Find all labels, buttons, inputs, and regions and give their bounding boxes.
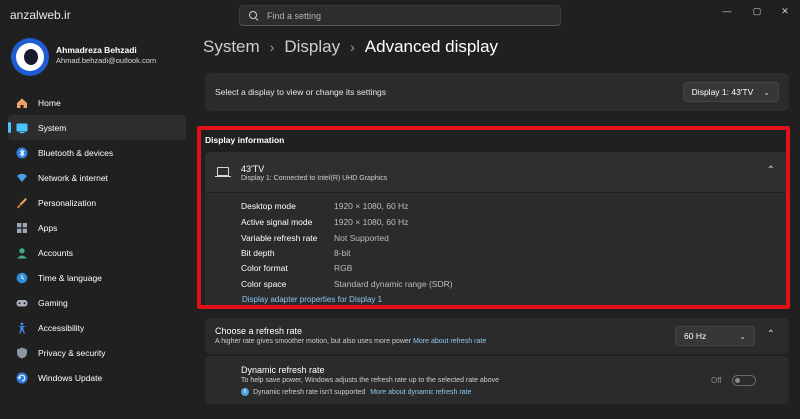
dynamic-refresh-link[interactable]: More about dynamic refresh rate [370,389,471,396]
user-name: Ahmadreza Behzadi [56,45,137,55]
sidebar-item-label: Accessibility [38,322,85,333]
sidebar-item-bluetooth[interactable]: Bluetooth & devices [8,140,186,165]
sidebar-item-label: Privacy & security [38,347,106,358]
dynamic-refresh-notice: i Dynamic refresh rate isn't supported M… [241,388,471,396]
dynamic-refresh-card: Dynamic refresh rate To help save power,… [205,356,789,404]
sidebar-item-label: System [38,122,67,133]
avatar[interactable] [11,38,49,76]
user-email: Ahmad.behzadi@outlook.com [56,56,157,65]
sidebar-item-home[interactable]: Home [8,90,186,115]
breadcrumb-separator: › [350,39,355,55]
dynamic-refresh-toggle[interactable] [732,375,756,386]
sidebar-item-windows-update[interactable]: Windows Update [8,365,186,390]
dynamic-refresh-title: Dynamic refresh rate [241,365,325,375]
accessibility-icon [16,322,28,334]
sidebar-item-network[interactable]: Network & internet [8,165,186,190]
refresh-rate-card: Choose a refresh rate A higher rate give… [205,318,789,354]
home-icon [16,97,28,109]
display-selector-label: Select a display to view or change its s… [215,87,387,97]
refresh-rate-dropdown[interactable]: 60 Hz ⌄ [675,326,755,346]
sidebar-item-label: Home [38,97,61,108]
dynamic-refresh-description: To help save power, Windows adjusts the … [241,377,499,384]
display-selector-card: Select a display to view or change its s… [205,73,789,111]
sidebar-item-label: Windows Update [38,372,103,383]
sidebar-item-label: Time & language [38,272,102,283]
refresh-rate-title: Choose a refresh rate [215,326,303,336]
dynamic-refresh-notice-text: Dynamic refresh rate isn't supported [253,388,366,396]
chevron-up-icon[interactable]: ⌃ [767,329,775,340]
apps-icon [16,222,28,234]
monitor-icon [16,122,28,134]
sidebar-item-accounts[interactable]: Accounts [8,240,186,265]
refresh-rate-description: A higher rate gives smoother motion, but… [215,338,486,345]
breadcrumb-separator: › [269,39,275,55]
search-placeholder: Find a setting [267,10,322,21]
sidebar-item-privacy-security[interactable]: Privacy & security [8,340,186,365]
sidebar-item-system[interactable]: System [8,115,186,140]
breadcrumb-system[interactable]: System [203,37,260,57]
sidebar-item-accessibility[interactable]: Accessibility [8,315,186,340]
display-select-dropdown[interactable]: Display 1: 43'TV ⌄ [682,82,779,102]
sidebar-item-label: Bluetooth & devices [38,147,114,158]
refresh-rate-value: 60 Hz [684,331,707,341]
sidebar-item-time-language[interactable]: Time & language [8,265,186,290]
sidebar-item-label: Apps [38,222,58,233]
refresh-rate-description-text: A higher rate gives smoother motion, but… [215,338,412,345]
minimize-button[interactable]: — [720,4,734,18]
toggle-state-label: Off [711,376,722,385]
breadcrumb-display[interactable]: Display [284,37,340,57]
bluetooth-icon [16,147,28,159]
sidebar-item-label: Personalization [38,197,97,208]
shield-icon [16,347,28,359]
maximize-button[interactable]: ▢ [750,4,764,18]
globe-clock-icon [16,272,28,284]
sidebar-nav: Home System Bluetooth & devices Network … [8,90,186,390]
watermark-text: anzalweb.ir [10,8,71,22]
update-icon [16,372,28,384]
search-box[interactable]: Find a setting [239,5,561,26]
brush-icon [16,197,28,209]
page-title: Advanced display [364,37,499,56]
chevron-down-icon: ⌄ [739,331,746,341]
sidebar-item-label: Gaming [38,297,68,308]
gamepad-icon [16,297,28,309]
highlight-box [197,126,790,309]
breadcrumb: System › Display › Advanced display [203,37,498,57]
sidebar-item-gaming[interactable]: Gaming [8,290,186,315]
refresh-rate-link[interactable]: More about refresh rate [413,338,486,345]
sidebar-item-label: Accounts [38,247,73,258]
close-button[interactable]: ✕ [778,4,792,18]
search-icon [249,11,258,20]
sidebar-item-personalization[interactable]: Personalization [8,190,186,215]
chevron-down-icon: ⌄ [763,87,770,97]
wifi-icon [16,172,28,184]
display-select-value: Display 1: 43'TV [691,87,754,97]
sidebar-item-apps[interactable]: Apps [8,215,186,240]
person-icon [16,247,28,259]
info-icon: i [241,388,249,396]
sidebar-item-label: Network & internet [38,172,108,183]
